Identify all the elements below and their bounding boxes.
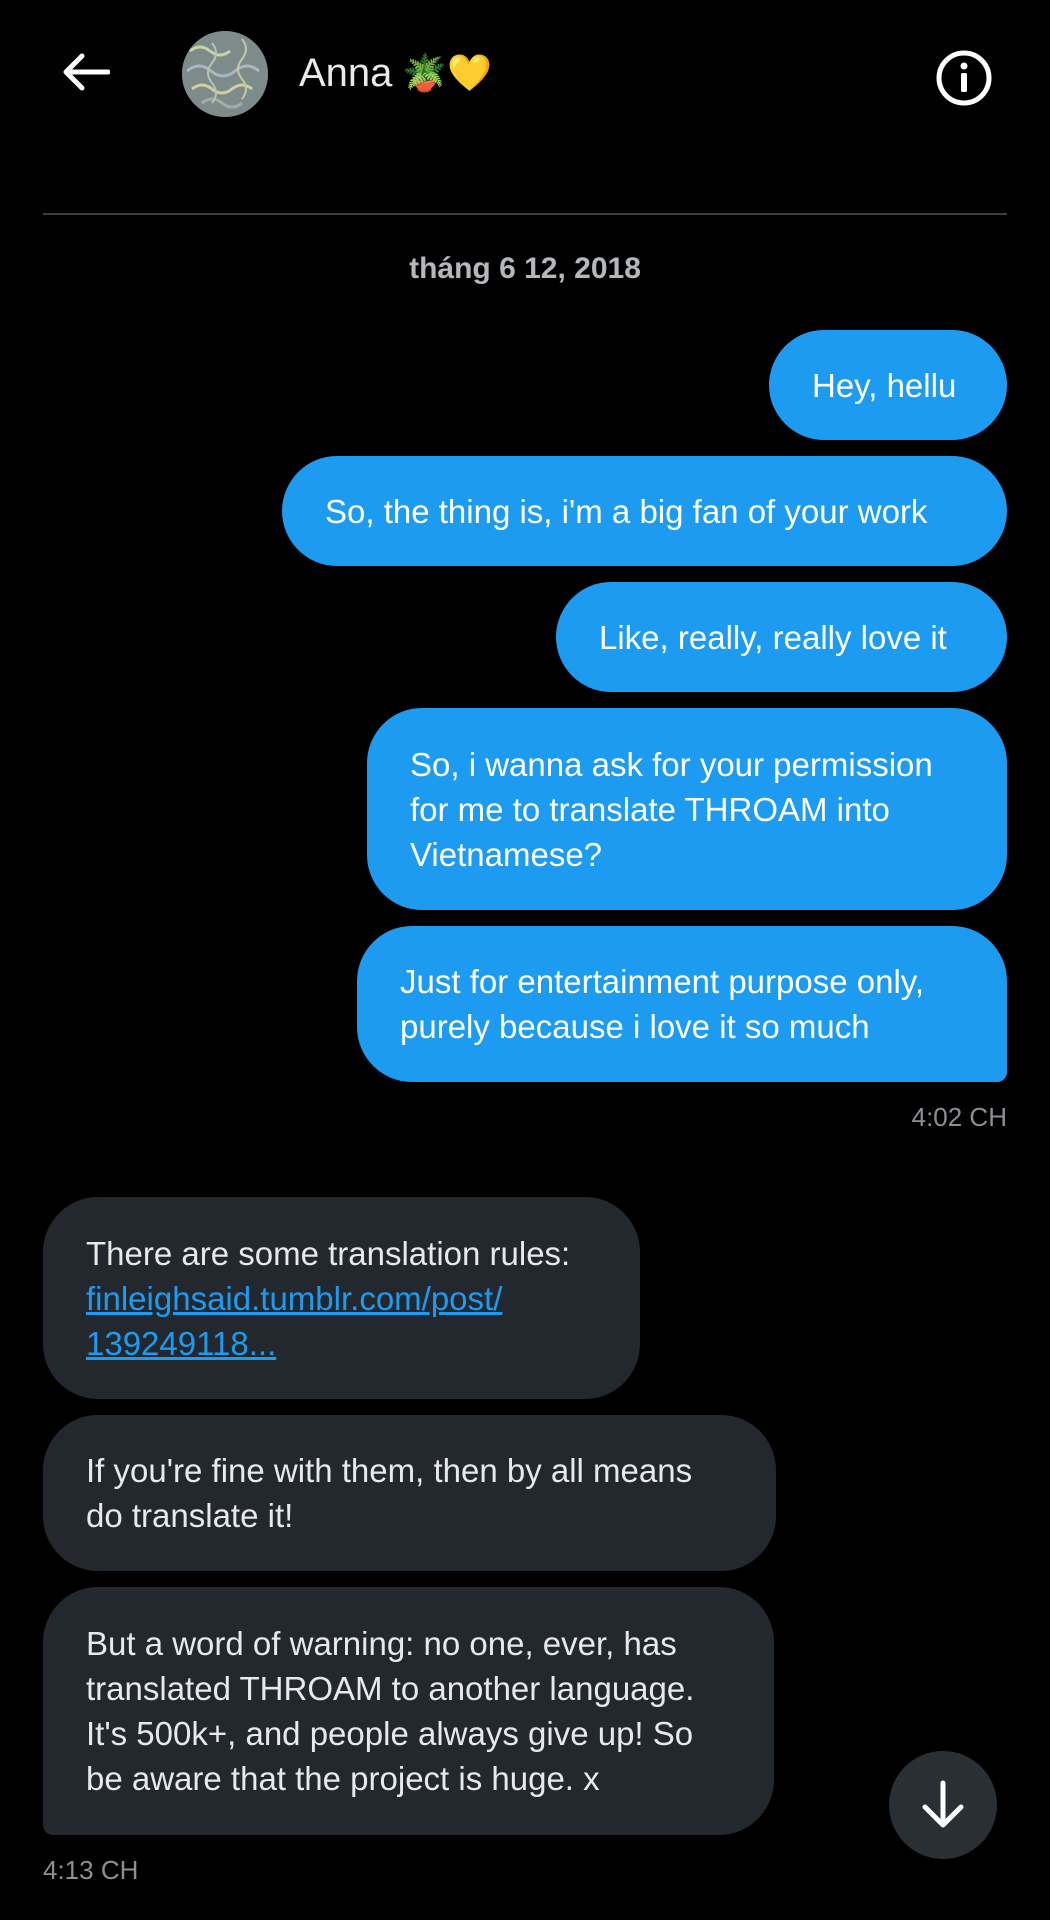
header-divider: [43, 213, 1007, 215]
incoming-message[interactable]: But a word of warning: no one, ever, has…: [43, 1587, 774, 1835]
message-link[interactable]: finleighsaid.tumblr.com/post/: [86, 1276, 570, 1321]
avatar[interactable]: [182, 31, 268, 117]
outgoing-message[interactable]: Like, really, really love it: [556, 582, 1007, 692]
arrow-down-icon: [922, 1780, 964, 1828]
message-text: Like, really, really love it: [599, 618, 947, 656]
date-separator: tháng 6 12, 2018: [409, 252, 641, 285]
outgoing-message[interactable]: So, the thing is, i'm a big fan of your …: [282, 456, 1007, 566]
incoming-message[interactable]: There are some translation rules: finlei…: [43, 1197, 640, 1399]
back-arrow-icon: [63, 53, 110, 91]
outgoing-message[interactable]: Just for entertainment purpose only, pur…: [357, 926, 1007, 1082]
message-timestamp: 4:13 CH: [43, 1855, 139, 1885]
message-text: Hey, hellu: [812, 366, 957, 404]
avatar-image: [182, 31, 268, 117]
outgoing-message[interactable]: Hey, hellu: [769, 330, 1007, 440]
incoming-message[interactable]: If you're fine with them, then by all me…: [43, 1415, 776, 1571]
message-line: There are some translation rules:: [86, 1234, 571, 1272]
message-line: It's 500k+, and people always give up! S…: [86, 1715, 694, 1752]
message-timestamp: 4:02 CH: [911, 1102, 1007, 1132]
message-line: be aware that the project is huge. x: [86, 1760, 600, 1797]
message-line: But a word of warning: no one, ever, has: [86, 1625, 677, 1662]
name-emojis: 🪴💛: [402, 52, 493, 93]
message-line: Just for entertainment purpose only,: [400, 963, 925, 1000]
message-line: translated THROAM to another language.: [86, 1670, 695, 1707]
info-icon: [936, 50, 992, 106]
message-text: So, the thing is, i'm a big fan of your …: [325, 492, 928, 530]
outgoing-message[interactable]: So, i wanna ask for your permission for …: [367, 708, 1007, 910]
contact-name[interactable]: Anna 🪴💛: [299, 48, 492, 98]
message-line: If you're fine with them, then by all me…: [86, 1452, 693, 1489]
message-line: So, i wanna ask for your permission: [410, 745, 933, 783]
conversation-header: Anna 🪴💛: [0, 0, 1050, 150]
message-line: purely because i love it so much: [400, 1008, 870, 1045]
back-button[interactable]: [55, 42, 115, 102]
message-link[interactable]: 139249118...: [86, 1321, 570, 1366]
scroll-to-bottom-button[interactable]: [889, 1751, 997, 1859]
message-line: do translate it!: [86, 1497, 294, 1534]
message-line: for me to translate THROAM into: [410, 790, 890, 828]
contact-name-text: Anna: [299, 50, 393, 95]
info-button[interactable]: [934, 48, 994, 108]
message-line: Vietnamese?: [410, 835, 603, 873]
